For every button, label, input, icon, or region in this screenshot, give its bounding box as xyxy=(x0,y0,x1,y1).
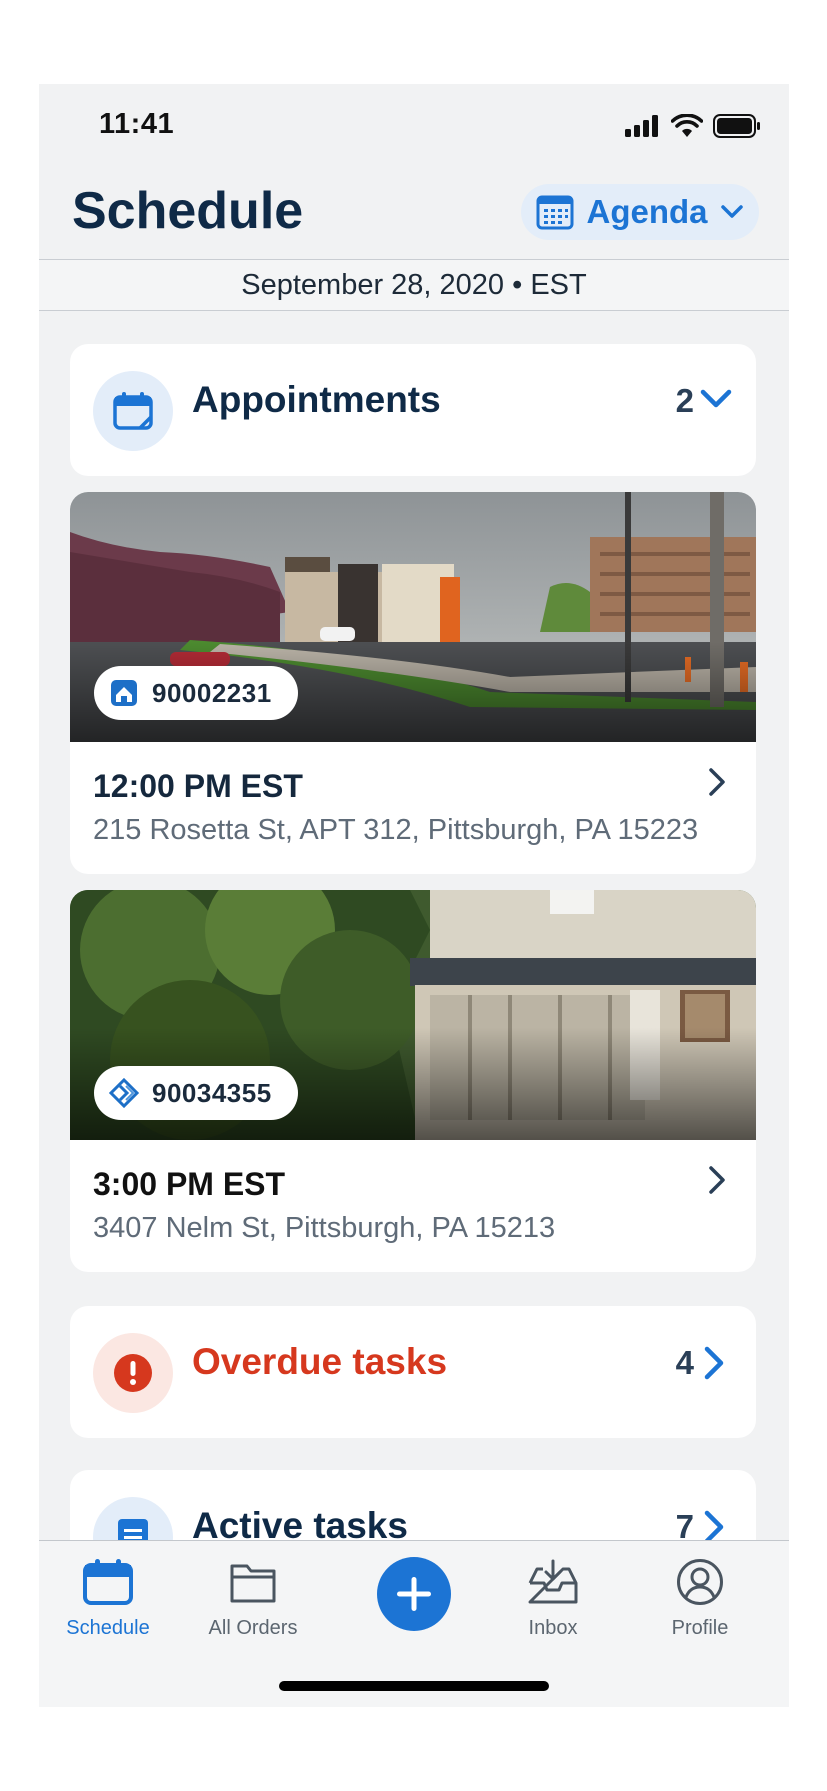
status-time: 11:41 xyxy=(99,108,175,140)
overdue-tasks-count: 4 xyxy=(675,1344,694,1381)
tab-label: Profile xyxy=(671,1617,729,1639)
tab-label: Schedule xyxy=(66,1617,150,1639)
phone-screen: 11:41 Schedule Agenda September 28, 2020… xyxy=(39,84,789,1707)
folder-icon xyxy=(193,1555,313,1609)
overdue-tasks-section[interactable]: Overdue tasks 4 xyxy=(70,1306,756,1438)
tab-bar: Schedule All Orders Inbox Profile xyxy=(39,1540,789,1707)
order-badge: 90034355 xyxy=(94,1066,298,1120)
status-bar: 11:41 xyxy=(39,84,789,170)
appointment-time: 3:00 PM EST xyxy=(93,1166,286,1202)
chevron-right-icon xyxy=(709,768,725,796)
calendar-grid-icon xyxy=(536,195,574,230)
appointment-icon xyxy=(93,371,173,451)
cellular-signal-icon xyxy=(625,115,658,137)
chevron-down-icon xyxy=(720,205,743,218)
appointment-card[interactable]: 90002231 12:00 PM EST 215 Rosetta St, AP… xyxy=(70,492,756,874)
chevron-right-icon xyxy=(709,1166,725,1194)
appointment-address: 215 Rosetta St, APT 312, Pittsburgh, PA … xyxy=(93,814,699,846)
user-icon xyxy=(640,1555,760,1609)
tab-inbox[interactable]: Inbox xyxy=(493,1555,613,1640)
schedule-content[interactable]: Appointments 2 90002231 12:00 PM EST 215… xyxy=(39,310,789,1540)
active-tasks-section[interactable]: Active tasks 7 xyxy=(70,1470,756,1540)
order-number: 90034355 xyxy=(152,1077,272,1108)
order-badge: 90002231 xyxy=(94,666,298,720)
appointment-address: 3407 Nelm St, Pittsburgh, PA 15213 xyxy=(93,1212,556,1244)
order-type-icon xyxy=(108,677,140,709)
active-tasks-title: Active tasks xyxy=(192,1505,408,1540)
page-title: Schedule xyxy=(72,182,304,240)
overdue-tasks-title: Overdue tasks xyxy=(192,1341,448,1382)
tab-schedule[interactable]: Schedule xyxy=(48,1555,168,1640)
appointments-count: 2 xyxy=(675,382,694,419)
active-tasks-count: 7 xyxy=(675,1508,694,1540)
wifi-icon xyxy=(671,114,703,137)
appointments-section-header[interactable]: Appointments 2 xyxy=(70,344,756,476)
tab-profile[interactable]: Profile xyxy=(640,1555,760,1640)
chevron-down-icon[interactable] xyxy=(700,388,732,410)
appointments-title: Appointments xyxy=(192,379,441,420)
tab-all-orders[interactable]: All Orders xyxy=(193,1555,313,1640)
alert-icon xyxy=(93,1333,173,1413)
chevron-right-icon xyxy=(704,1510,724,1540)
inbox-icon xyxy=(493,1555,613,1609)
status-icons xyxy=(625,114,761,138)
plus-icon xyxy=(397,1577,431,1611)
date-bar: September 28, 2020 • EST xyxy=(39,259,789,311)
appointment-time: 12:00 PM EST xyxy=(93,768,303,804)
task-list-icon xyxy=(93,1497,173,1540)
calendar-icon xyxy=(48,1555,168,1609)
view-selector-label: Agenda xyxy=(586,193,708,230)
home-indicator xyxy=(279,1681,549,1691)
tab-label: All Orders xyxy=(208,1617,298,1639)
tab-label: Inbox xyxy=(528,1617,578,1639)
view-selector-button[interactable]: Agenda xyxy=(521,184,759,240)
add-button[interactable] xyxy=(377,1557,451,1631)
order-type-icon xyxy=(108,1077,140,1109)
chevron-right-icon xyxy=(704,1346,724,1380)
battery-icon xyxy=(713,114,760,138)
appointment-card[interactable]: 90034355 3:00 PM EST 3407 Nelm St, Pitts… xyxy=(70,890,756,1272)
order-number: 90002231 xyxy=(152,677,272,708)
